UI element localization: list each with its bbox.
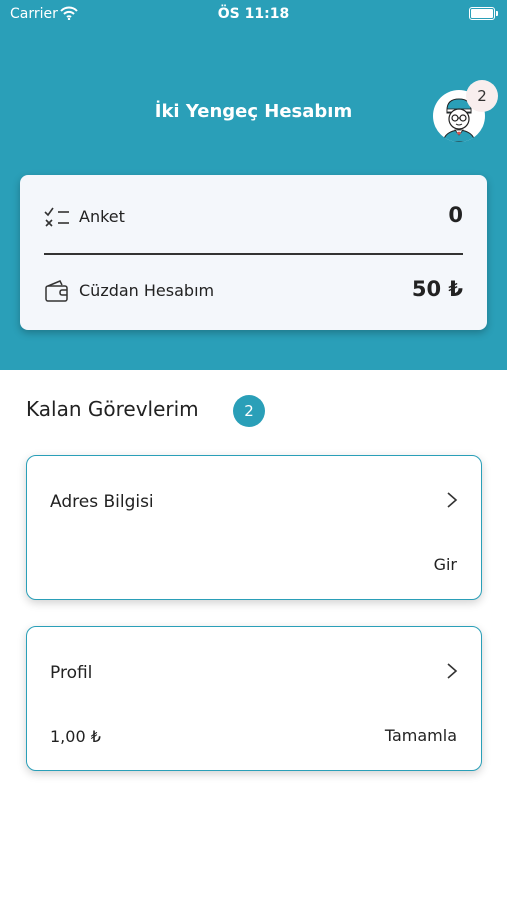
task-count-badge: 2 <box>233 395 265 427</box>
divider <box>44 253 463 255</box>
notification-badge: 2 <box>466 80 498 112</box>
task-title: Adres Bilgisi <box>50 492 154 512</box>
summary-card: Anket 0 Cüzdan Hesabım 50 ₺ <box>20 175 487 330</box>
task-card-profile[interactable]: Profil 1,00 ₺ Tamamla <box>26 626 482 771</box>
chevron-right-icon <box>447 492 458 508</box>
clock-label: ÖS 11:18 <box>217 6 290 22</box>
task-card-address[interactable]: Adres Bilgisi Gir <box>26 455 482 600</box>
task-title: Profil <box>50 663 93 683</box>
survey-row[interactable]: Anket 0 <box>20 197 487 237</box>
page-title: İki Yengeç Hesabım <box>154 101 353 122</box>
section-title: Kalan Görevlerim <box>26 397 199 421</box>
task-amount: 1,00 ₺ <box>50 727 101 746</box>
task-action[interactable]: Tamamla <box>385 726 457 745</box>
wallet-label: Cüzdan Hesabım <box>79 281 215 300</box>
task-action[interactable]: Gir <box>434 555 457 574</box>
survey-label: Anket <box>79 207 125 226</box>
checklist-icon <box>44 207 69 227</box>
battery-icon <box>469 7 498 20</box>
wallet-icon <box>45 280 68 302</box>
status-bar: Carrier ÖS 11:18 <box>0 0 507 28</box>
wallet-row[interactable]: Cüzdan Hesabım 50 ₺ <box>20 271 487 311</box>
chevron-right-icon <box>447 663 458 679</box>
survey-value: 0 <box>448 203 463 227</box>
wallet-value: 50 ₺ <box>411 277 463 301</box>
